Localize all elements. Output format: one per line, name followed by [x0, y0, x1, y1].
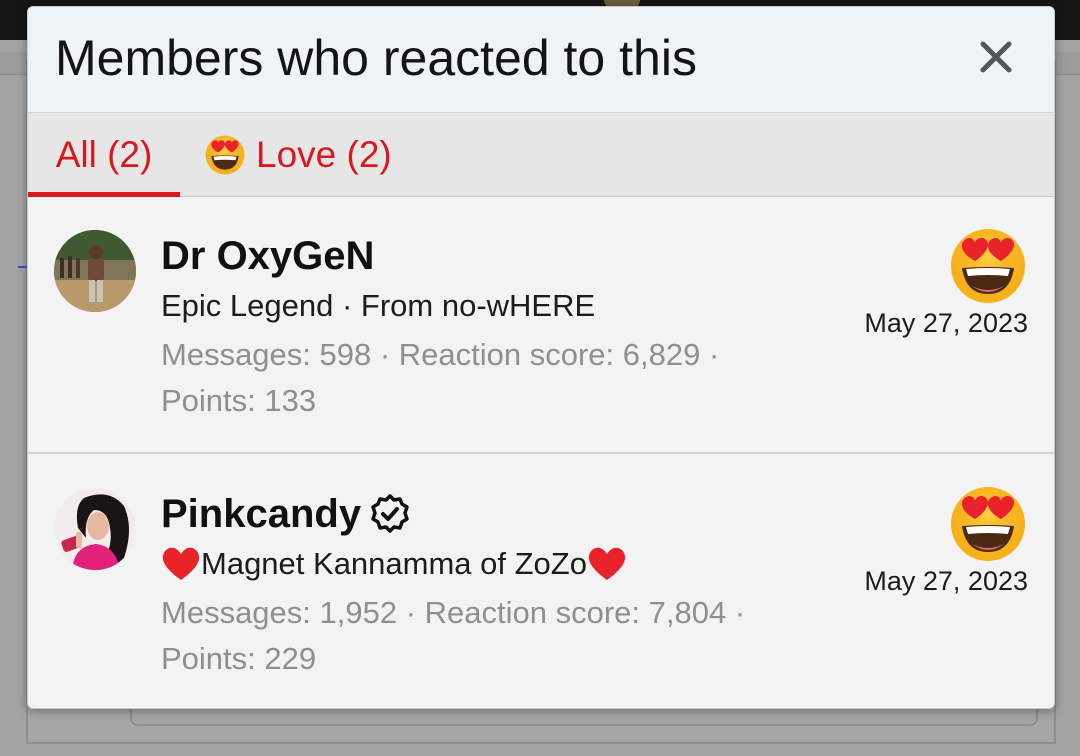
- avatar[interactable]: [54, 230, 136, 312]
- avatar-photo: [54, 230, 136, 312]
- heart-eyes-emoji-icon: [951, 229, 1025, 303]
- username[interactable]: Dr OxyGeN: [161, 232, 374, 280]
- user-stats: Messages: 598 · Reaction score: 6,829 · …: [161, 337, 720, 418]
- red-heart-icon: [162, 547, 200, 580]
- modal-header: Members who reacted to this: [28, 7, 1054, 113]
- active-tab-indicator: [28, 192, 180, 197]
- tab-all[interactable]: All (2): [28, 113, 180, 197]
- tab-all-label: All (2): [55, 134, 153, 175]
- reactions-modal: Members who reacted to this All (2) Love…: [27, 6, 1055, 709]
- reaction-date: May 27, 2023: [864, 308, 1028, 338]
- heart-eyes-emoji-icon: [951, 487, 1025, 561]
- modal-title: Members who reacted to this: [55, 30, 697, 86]
- username[interactable]: Pinkcandy: [161, 490, 411, 538]
- username-text: Pinkcandy: [161, 492, 362, 536]
- user-title: Epic Legend · From no-wHERE: [161, 288, 596, 323]
- red-heart-icon: [588, 547, 626, 580]
- avatar-photo: [54, 488, 136, 570]
- close-icon: [980, 41, 1012, 73]
- tab-love[interactable]: Love (2): [204, 113, 392, 197]
- tab-love-label: Love (2): [256, 134, 392, 175]
- reaction-tabs: All (2) Love (2): [28, 113, 1054, 197]
- heart-eyes-emoji-icon: [205, 135, 245, 175]
- user-title: Magnet Kannamma of ZoZo: [161, 546, 627, 582]
- user-title-text: Magnet Kannamma of ZoZo: [201, 546, 587, 581]
- user-stats: Messages: 1,952 · Reaction score: 7,804 …: [161, 595, 746, 676]
- close-button[interactable]: [976, 37, 1016, 77]
- username-text: Dr OxyGeN: [161, 234, 375, 278]
- list-item: Dr OxyGeN Epic Legend · From no-wHERE Me…: [28, 198, 1054, 454]
- list-item: Pinkcandy Magnet Kannamma of ZoZo Messag…: [28, 456, 1054, 708]
- reaction-date: May 27, 2023: [864, 566, 1028, 596]
- avatar[interactable]: [54, 488, 136, 570]
- verified-badge-icon: [371, 494, 409, 533]
